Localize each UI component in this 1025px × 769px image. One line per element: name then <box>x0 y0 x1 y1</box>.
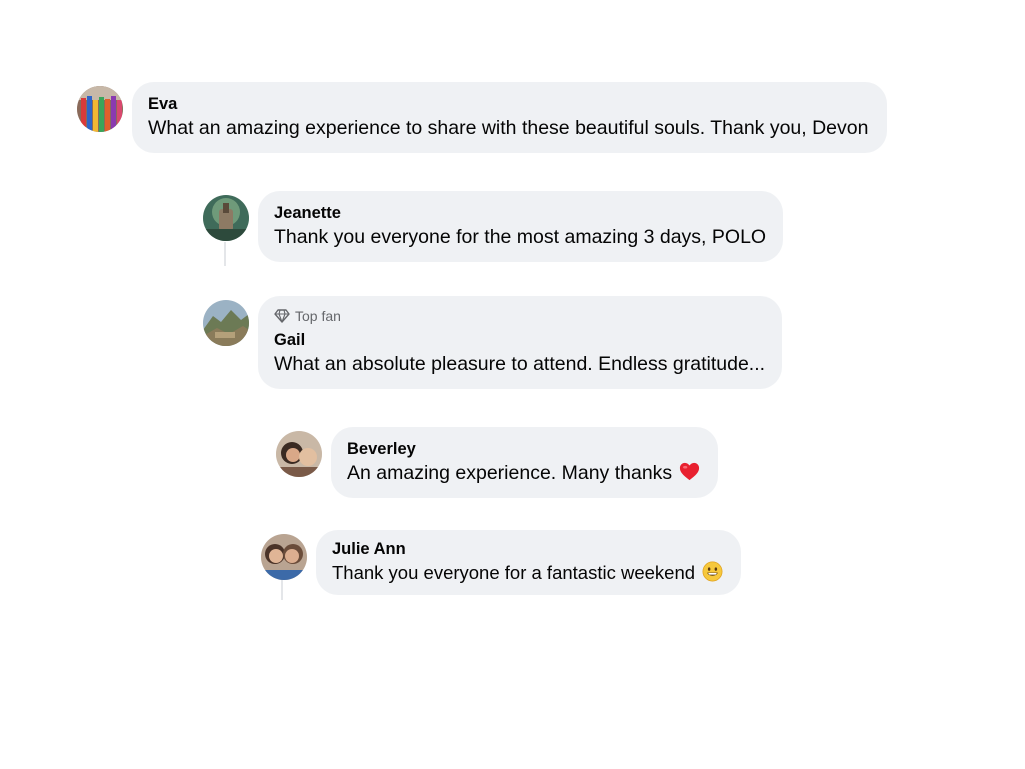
comment: Julie Ann Thank you everyone for a fanta… <box>261 530 742 595</box>
comment-author[interactable]: Eva <box>148 93 868 115</box>
comment-author[interactable]: Julie Ann <box>332 538 724 560</box>
grinning-face-icon <box>701 560 724 583</box>
comment-text: What an amazing experience to share with… <box>148 117 869 139</box>
avatar[interactable] <box>276 431 322 477</box>
avatar-image <box>276 431 322 477</box>
comment-text-content: An amazing experience. Many thanks <box>347 462 673 484</box>
comment-text-content: Thank you everyone for a fantastic weeke… <box>332 562 696 583</box>
avatar-image <box>203 195 249 241</box>
comment: Top fan Gail What an absolute pleasure t… <box>203 296 783 389</box>
avatar[interactable] <box>77 86 123 132</box>
comment-bubble: Beverley An amazing experience. Many tha… <box>331 427 719 498</box>
avatar-image <box>203 300 249 346</box>
comment: Beverley An amazing experience. Many tha… <box>276 427 719 498</box>
avatar[interactable] <box>203 300 249 346</box>
avatar-image <box>261 534 307 580</box>
comment-author[interactable]: Jeanette <box>274 202 766 224</box>
comment-bubble: Jeanette Thank you everyone for the most… <box>258 191 784 262</box>
comment-bubble: Top fan Gail What an absolute pleasure t… <box>258 296 783 389</box>
diamond-icon <box>274 309 290 323</box>
comment-text: Thank you everyone for the most amazing … <box>274 226 767 248</box>
red-heart-icon <box>678 460 701 483</box>
badge-label: Top fan <box>295 308 341 324</box>
comment: Jeanette Thank you everyone for the most… <box>203 191 784 262</box>
comment-thread: Eva What an amazing experience to share … <box>0 0 1025 769</box>
comment-text: Thank you everyone for a fantastic weeke… <box>332 560 724 586</box>
avatar-image <box>77 86 123 132</box>
comment-text: An amazing experience. Many thanks <box>347 460 701 486</box>
comment-bubble: Julie Ann Thank you everyone for a fanta… <box>316 530 742 595</box>
comment-bubble: Eva What an amazing experience to share … <box>132 82 888 153</box>
comment: Eva What an amazing experience to share … <box>77 82 888 153</box>
avatar[interactable] <box>261 534 307 580</box>
avatar[interactable] <box>203 195 249 241</box>
comment-text: What an absolute pleasure to attend. End… <box>274 353 766 375</box>
comment-author[interactable]: Beverley <box>347 438 701 460</box>
top-fan-badge: Top fan <box>274 307 765 325</box>
comment-author[interactable]: Gail <box>274 329 765 351</box>
